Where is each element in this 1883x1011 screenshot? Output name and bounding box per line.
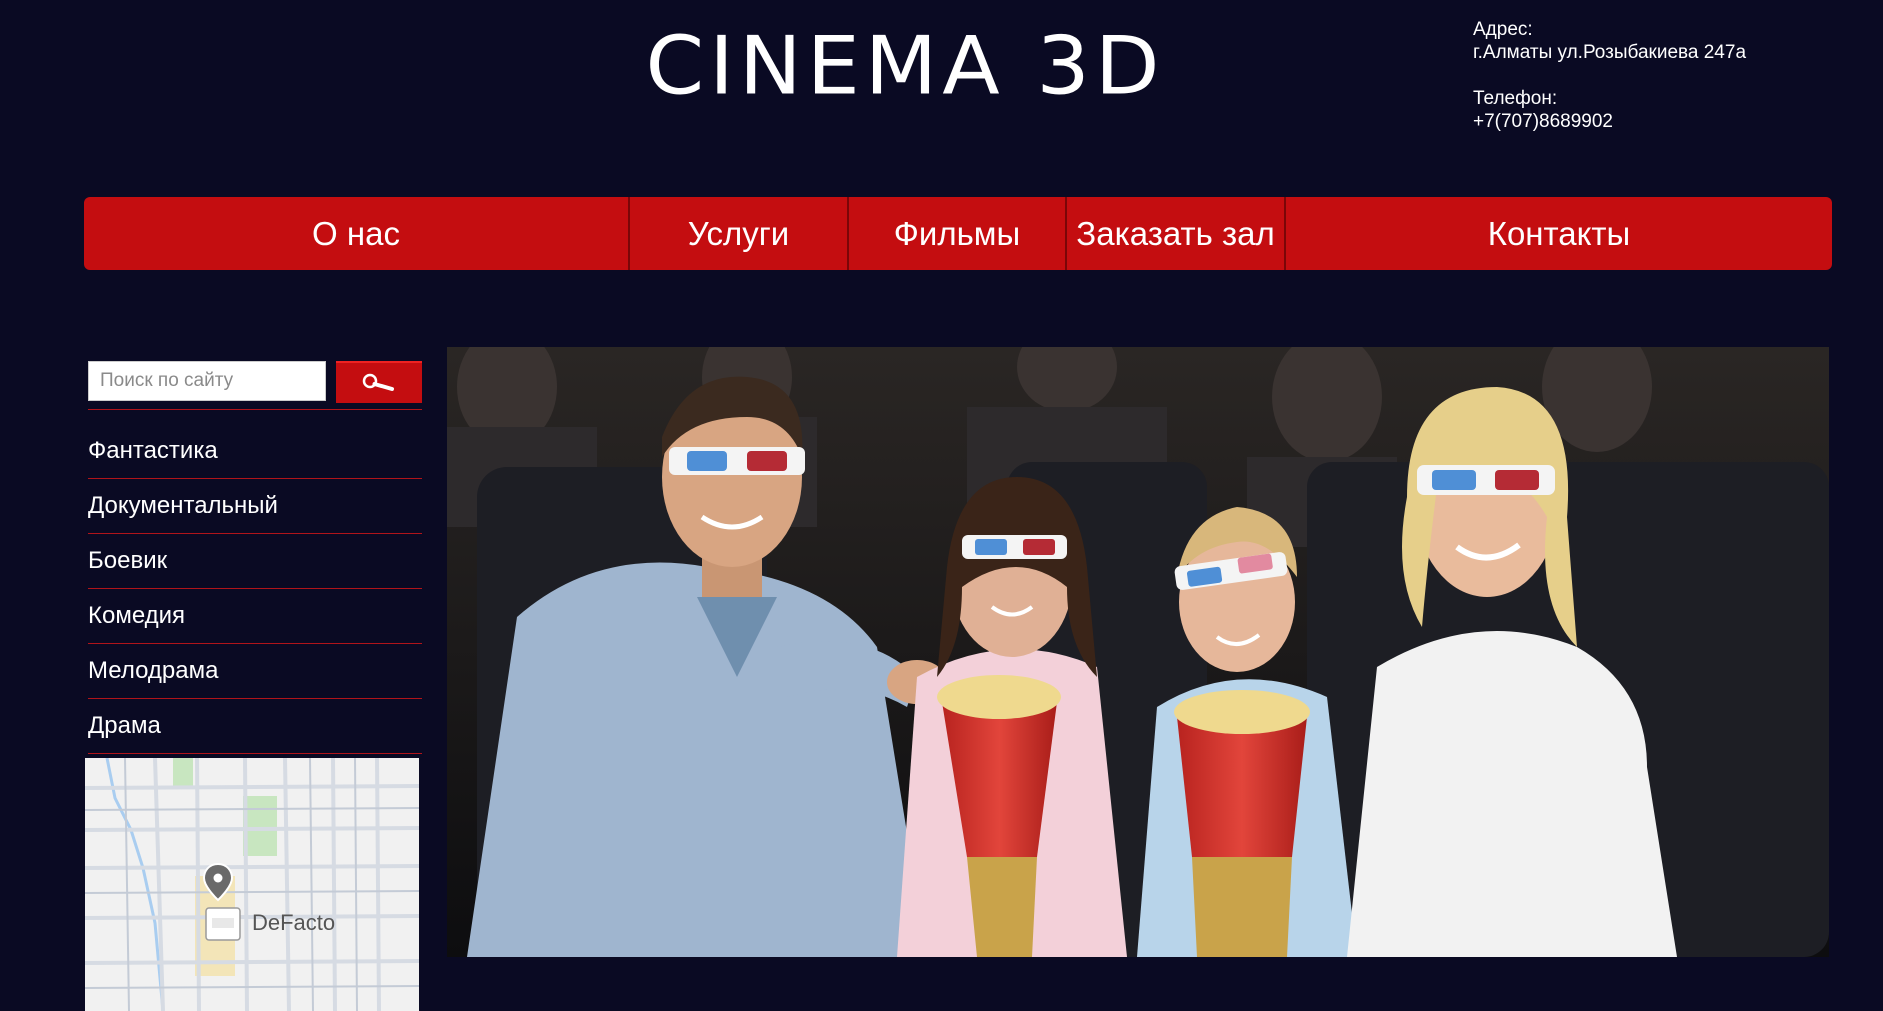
category-item[interactable]: Боевик: [88, 534, 422, 589]
nav-item-contacts[interactable]: Контакты: [1286, 197, 1832, 270]
nav-item-services[interactable]: Услуги: [630, 197, 849, 270]
hero-image: [447, 347, 1829, 957]
address-value: г.Алматы ул.Розыбакиева 247а: [1473, 42, 1747, 63]
category-item[interactable]: Комедия: [88, 589, 422, 644]
map-place-label: DeFacto: [252, 910, 336, 935]
contact-info: Адрес: г.Алматы ул.Розыбакиева 247а Теле…: [1473, 18, 1873, 133]
location-map[interactable]: DeFacto: [85, 758, 419, 1011]
nav-item-about[interactable]: О нас: [84, 197, 630, 270]
category-item[interactable]: Документальный: [88, 479, 422, 534]
category-list: Фантастика Документальный Боевик Комедия…: [88, 424, 422, 754]
address-label: Адрес:: [1473, 19, 1533, 40]
map-graphic: [85, 758, 419, 1011]
category-item[interactable]: Фантастика: [88, 424, 422, 479]
nav-item-book-hall[interactable]: Заказать зал: [1067, 197, 1286, 270]
search-button[interactable]: [336, 361, 422, 403]
nav-item-films[interactable]: Фильмы: [849, 197, 1067, 270]
search-input[interactable]: [88, 361, 326, 401]
search-divider: [88, 409, 422, 410]
phone-label: Телефон:: [1473, 88, 1558, 109]
family-3d-glasses-photo: [447, 347, 1829, 957]
magnifier-icon: [362, 373, 394, 391]
category-item[interactable]: Драма: [88, 699, 422, 754]
main-nav: О нас Услуги Фильмы Заказать зал Контакт…: [84, 197, 1832, 270]
page: CINEMA 3D Адрес: г.Алматы ул.Розыбакиева…: [0, 0, 1883, 1011]
site-logo[interactable]: CINEMA 3D: [640, 26, 1170, 112]
phone-value[interactable]: +7(707)8689902: [1473, 110, 1873, 133]
search-form: [88, 361, 422, 403]
category-item[interactable]: Мелодрама: [88, 644, 422, 699]
